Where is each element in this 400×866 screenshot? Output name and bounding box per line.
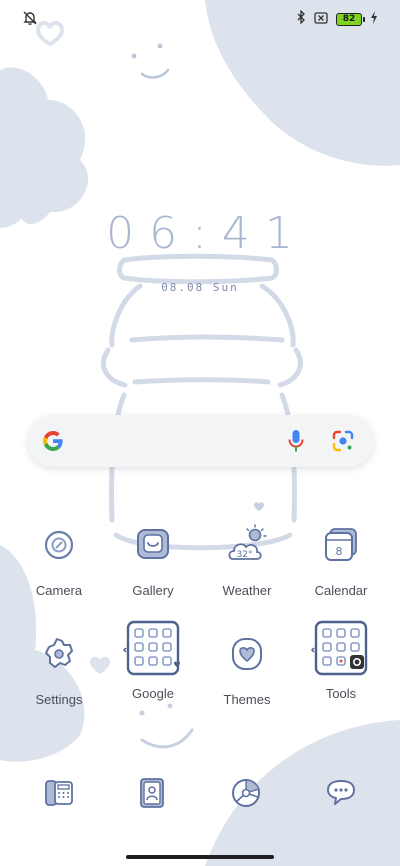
contacts-icon xyxy=(135,776,169,815)
sim-off-icon xyxy=(314,11,328,29)
messages-app[interactable] xyxy=(313,767,369,823)
browser-app[interactable] xyxy=(218,767,274,823)
contacts-app[interactable] xyxy=(124,767,180,823)
google-folder-icon xyxy=(122,618,184,682)
app-weather[interactable]: 32° Weather xyxy=(197,517,297,598)
messages-icon xyxy=(324,776,358,815)
gesture-nav-bar[interactable] xyxy=(126,855,274,859)
google-logo-icon xyxy=(41,429,65,458)
bluetooth-icon xyxy=(296,9,306,29)
weather-temp: 32° xyxy=(237,550,253,560)
gallery-icon xyxy=(125,517,181,573)
bell-off-icon xyxy=(22,10,38,31)
microphone-icon[interactable] xyxy=(288,429,304,458)
google-lens-icon[interactable] xyxy=(332,430,354,457)
charging-icon xyxy=(370,10,378,29)
app-label: Settings xyxy=(35,692,83,707)
app-themes[interactable]: Themes xyxy=(197,626,297,707)
camera-icon xyxy=(31,517,87,573)
status-bar: 82 xyxy=(0,8,400,30)
app-label: Tools xyxy=(325,686,357,701)
app-label: Weather xyxy=(222,583,272,598)
app-label: Gallery xyxy=(132,583,174,598)
tools-folder-icon xyxy=(310,618,372,682)
app-calendar[interactable]: 8 Calendar xyxy=(291,517,391,598)
app-label: Themes xyxy=(223,692,271,707)
browser-icon xyxy=(229,776,263,815)
themes-icon xyxy=(219,626,275,682)
app-label: Camera xyxy=(35,583,83,598)
google-search-bar[interactable] xyxy=(28,415,374,467)
app-camera[interactable]: Camera xyxy=(9,517,109,598)
app-folder-google[interactable]: Google xyxy=(103,618,203,701)
app-label: Google xyxy=(132,686,174,701)
phone-icon xyxy=(42,776,76,815)
settings-icon xyxy=(31,626,87,682)
phone-app[interactable] xyxy=(31,767,87,823)
clock-date[interactable]: 08.08 Sun xyxy=(0,281,400,294)
app-settings[interactable]: Settings xyxy=(9,626,109,707)
calendar-icon: 8 xyxy=(313,517,369,573)
app-label: Calendar xyxy=(314,583,368,598)
battery-icon: 82 xyxy=(336,13,365,26)
weather-icon: 32° xyxy=(219,517,275,573)
app-folder-tools[interactable]: Tools xyxy=(291,618,391,701)
calendar-day: 8 xyxy=(336,545,343,558)
clock-time[interactable]: 06:41 xyxy=(0,208,400,259)
app-gallery[interactable]: Gallery xyxy=(103,517,203,598)
